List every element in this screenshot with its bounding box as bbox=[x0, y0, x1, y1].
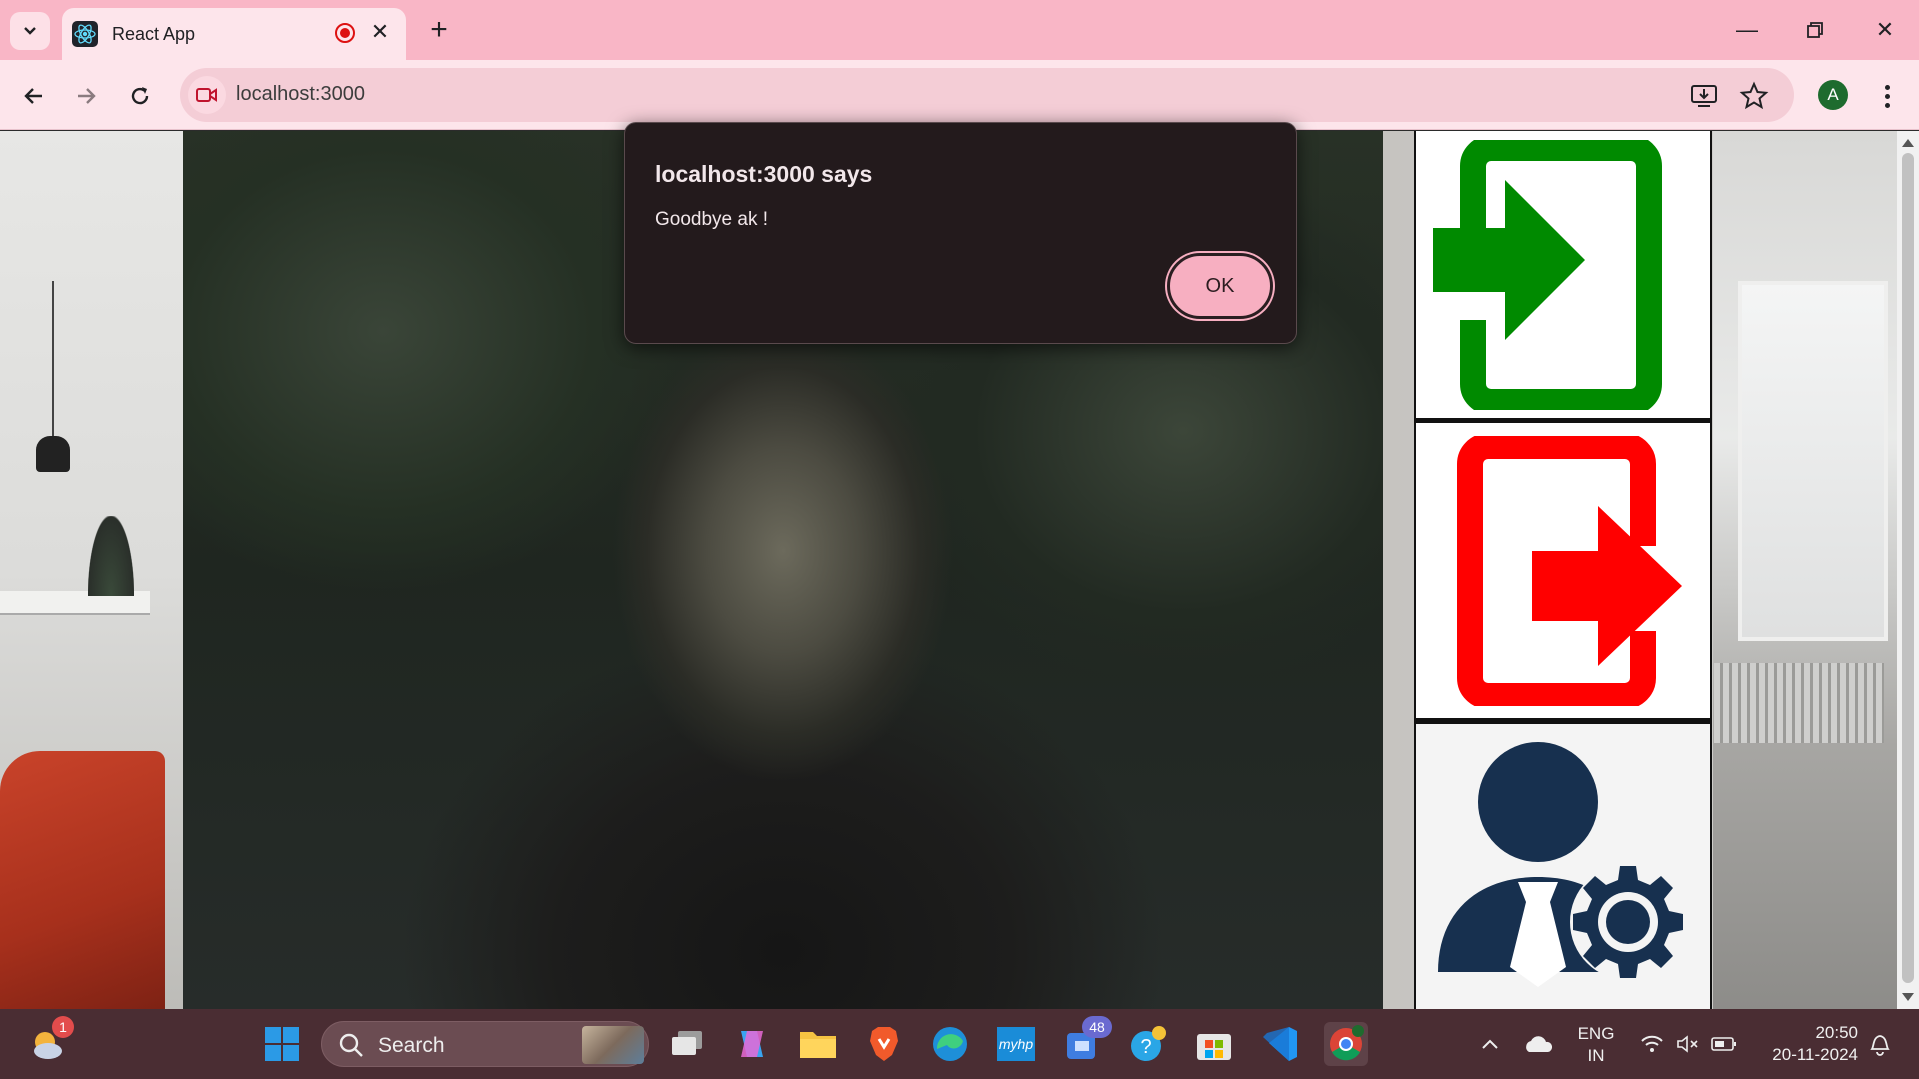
edge-browser-icon[interactable] bbox=[928, 1022, 972, 1066]
bookmark-star-icon[interactable] bbox=[1738, 80, 1770, 112]
close-window-icon[interactable]: ✕ bbox=[1862, 8, 1908, 52]
weather-widget-icon[interactable]: 1 bbox=[26, 1016, 74, 1066]
profile-avatar[interactable]: A bbox=[1818, 80, 1848, 110]
tab-search-button[interactable] bbox=[10, 12, 50, 50]
teams-icon[interactable]: 48 bbox=[1060, 1016, 1112, 1066]
file-explorer-icon[interactable] bbox=[796, 1022, 840, 1066]
task-view-icon[interactable] bbox=[666, 1022, 710, 1066]
alert-dialog: localhost:3000 says Goodbye ak ! OK bbox=[624, 122, 1297, 344]
address-bar[interactable]: localhost:3000 bbox=[180, 68, 1794, 122]
restore-icon[interactable] bbox=[1792, 8, 1838, 52]
scroll-down-icon[interactable] bbox=[1902, 993, 1914, 1001]
url-text[interactable]: localhost:3000 bbox=[236, 83, 365, 106]
svg-text:?: ? bbox=[1140, 1036, 1151, 1058]
lamp-cord bbox=[52, 281, 54, 441]
red-chair bbox=[0, 751, 165, 1009]
alert-title: localhost:3000 says bbox=[655, 161, 873, 187]
exit-door-icon bbox=[1457, 435, 1682, 706]
chrome-menu-icon[interactable] bbox=[1872, 78, 1902, 114]
clock-date: 20-11-2024 bbox=[1772, 1045, 1858, 1064]
myhp-icon[interactable]: myhp bbox=[994, 1022, 1038, 1066]
page-scrollbar[interactable] bbox=[1897, 131, 1919, 1009]
office-window bbox=[1738, 281, 1888, 641]
myhp-label: myhp bbox=[997, 1027, 1035, 1061]
battery-icon[interactable] bbox=[1702, 1022, 1746, 1066]
onedrive-icon[interactable] bbox=[1516, 1022, 1560, 1066]
region-label: IN bbox=[1587, 1046, 1605, 1065]
windows-taskbar: 1 Search myhp 48 ? ENG IN 20:50 20-11-20… bbox=[0, 1009, 1919, 1079]
react-logo-icon bbox=[72, 21, 98, 47]
scroll-thumb[interactable] bbox=[1902, 153, 1914, 983]
install-app-icon[interactable] bbox=[1688, 80, 1720, 112]
show-hidden-icons-chevron-icon[interactable] bbox=[1468, 1022, 1512, 1066]
brave-browser-icon[interactable] bbox=[862, 1022, 906, 1066]
admin-user-gear-icon bbox=[1438, 741, 1686, 987]
language-label: ENG bbox=[1577, 1024, 1615, 1043]
vscode-icon[interactable] bbox=[1258, 1022, 1302, 1066]
close-tab-icon[interactable]: ✕ bbox=[368, 19, 392, 44]
minimize-icon[interactable]: — bbox=[1724, 8, 1770, 52]
reload-icon[interactable] bbox=[120, 76, 160, 116]
office-plant bbox=[88, 516, 134, 596]
weather-badge: 1 bbox=[52, 1016, 74, 1038]
office-radiator bbox=[1714, 663, 1884, 743]
search-highlight-image bbox=[582, 1026, 644, 1064]
tab-strip: React App ✕ + — ✕ bbox=[0, 0, 1919, 60]
camera-in-use-icon[interactable] bbox=[188, 76, 226, 114]
input-language-indicator[interactable]: ENG IN bbox=[1574, 1023, 1618, 1067]
chrome-icon[interactable] bbox=[1324, 1022, 1368, 1066]
teams-badge: 48 bbox=[1082, 1016, 1112, 1038]
action-panel bbox=[1414, 131, 1712, 1009]
alert-message: Goodbye ak ! bbox=[655, 209, 769, 230]
browser-toolbar: localhost:3000 A bbox=[0, 60, 1919, 130]
taskbar-search[interactable]: Search bbox=[321, 1021, 649, 1067]
tab-title: React App bbox=[112, 23, 196, 44]
check-in-button[interactable] bbox=[1416, 131, 1710, 418]
browser-tab[interactable]: React App ✕ bbox=[62, 8, 406, 60]
copilot-icon[interactable] bbox=[730, 1022, 774, 1066]
forward-icon[interactable] bbox=[66, 76, 106, 116]
clock-time: 20:50 bbox=[1815, 1023, 1858, 1042]
search-placeholder: Search bbox=[378, 1034, 445, 1057]
admin-button[interactable] bbox=[1416, 724, 1710, 1009]
help-icon[interactable]: ? bbox=[1126, 1022, 1170, 1066]
check-out-button[interactable] bbox=[1416, 423, 1710, 718]
windows-start-icon[interactable] bbox=[260, 1022, 304, 1066]
ok-button[interactable]: OK bbox=[1167, 253, 1273, 319]
recording-icon bbox=[335, 23, 355, 43]
pendant-lamp bbox=[36, 436, 70, 472]
notifications-icon[interactable] bbox=[1858, 1022, 1902, 1066]
system-clock[interactable]: 20:50 20-11-2024 bbox=[1758, 1022, 1858, 1066]
scroll-up-icon[interactable] bbox=[1902, 139, 1914, 147]
enter-door-icon bbox=[1433, 139, 1662, 410]
microsoft-store-icon[interactable] bbox=[1192, 1022, 1236, 1066]
chevron-down-icon bbox=[24, 27, 36, 35]
search-icon bbox=[339, 1033, 363, 1057]
new-tab-icon[interactable]: + bbox=[424, 12, 454, 48]
back-icon[interactable] bbox=[14, 76, 54, 116]
